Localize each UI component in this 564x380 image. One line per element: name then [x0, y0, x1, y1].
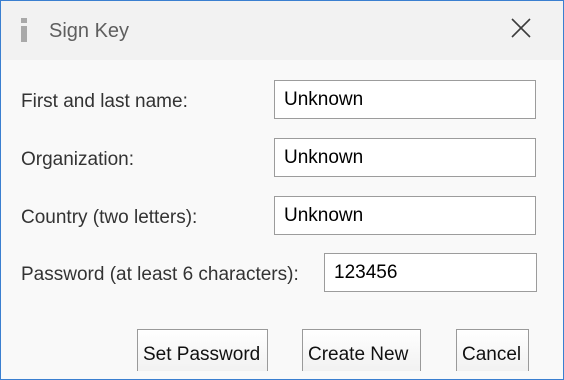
cancel-button[interactable]: Cancel [456, 329, 529, 371]
set-password-button[interactable]: Set Password [137, 329, 268, 371]
password-field[interactable] [324, 253, 537, 292]
close-button[interactable] [501, 13, 541, 47]
sign-key-dialog: Sign Key First and last name: Organizati… [0, 0, 564, 380]
password-label: Password (at least 6 characters): [21, 264, 299, 285]
create-new-button[interactable]: Create New [302, 329, 421, 371]
country-label: Country (two letters): [21, 207, 198, 228]
title-bar: Sign Key [1, 1, 563, 60]
info-icon [18, 17, 30, 43]
name-field[interactable] [274, 80, 536, 119]
organization-label: Organization: [21, 149, 135, 170]
country-field[interactable] [274, 196, 536, 235]
close-icon [511, 17, 531, 43]
name-label: First and last name: [21, 91, 188, 112]
organization-field[interactable] [274, 138, 536, 177]
window-title: Sign Key [49, 20, 130, 42]
